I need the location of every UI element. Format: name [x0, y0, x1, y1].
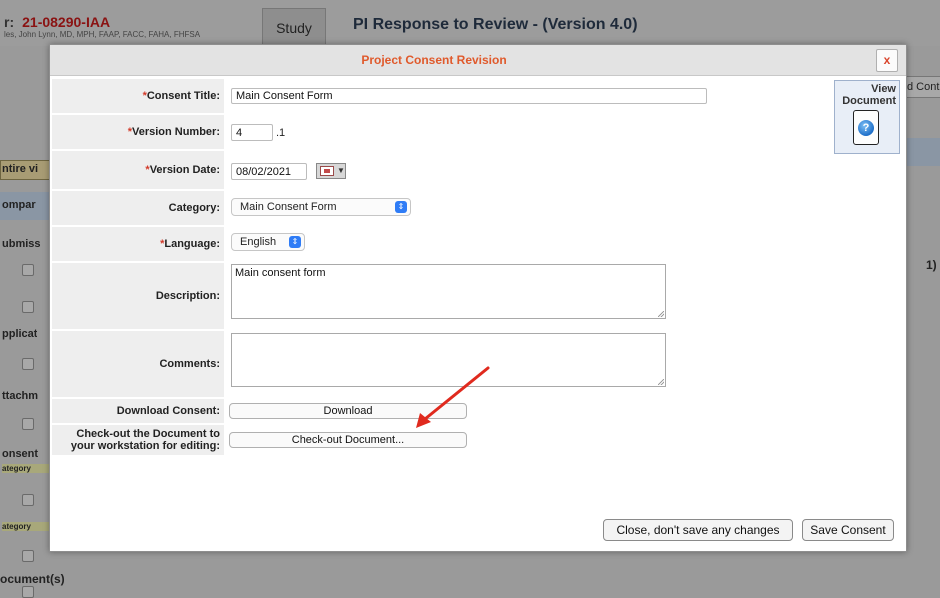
download-consent-label: Download Consent:: [52, 399, 224, 423]
background-checkbox[interactable]: [22, 494, 34, 506]
select-chevron-icon: ⇕: [395, 201, 407, 213]
version-major-input[interactable]: 4: [231, 124, 273, 141]
label-text: Version Number:: [131, 126, 220, 138]
calendar-picker-button[interactable]: ▼: [316, 163, 346, 179]
background-right-band: [906, 138, 940, 166]
application-label: pplicat: [2, 328, 38, 340]
description-label: Description:: [52, 263, 224, 329]
version-minor: .1: [276, 127, 286, 139]
submission-label: ubmiss: [2, 238, 41, 250]
label-text: Comments:: [159, 358, 220, 370]
checkout-document-button[interactable]: Check-out Document...: [229, 432, 467, 448]
consent-title-label: * Consent Title:: [52, 79, 224, 113]
save-consent-button[interactable]: Save Consent: [802, 519, 894, 541]
record-id-value: 21-08290-IAA: [22, 14, 111, 30]
document-help-icon: ?: [853, 110, 879, 145]
checkout-label: Check-out the Document to your workstati…: [52, 425, 224, 455]
label-text: Language:: [164, 238, 220, 250]
attachments-label: ttachm: [2, 390, 39, 402]
description-text: Main consent form: [235, 267, 326, 279]
record-id: r: 21-08290-IAA: [4, 14, 110, 30]
category-label: ategory: [2, 522, 52, 531]
language-select[interactable]: English ⇕: [231, 233, 305, 251]
background-right-text: 1): [926, 258, 937, 272]
comments-label: Comments:: [52, 331, 224, 397]
consent-revision-dialog: Project Consent Revision x * Consent Titl…: [49, 44, 907, 552]
label-text: Consent Title:: [146, 90, 220, 102]
documents-label: ocument(s): [0, 572, 65, 586]
category-selected-value: Main Consent Form: [240, 201, 337, 213]
category-label: Category:: [52, 191, 224, 225]
compare-label: ompar: [2, 199, 36, 211]
background-checkbox[interactable]: [22, 301, 34, 313]
background-header: r: 21-08290-IAA les, John Lynn, MD, MPH, …: [0, 0, 940, 47]
background-checkbox[interactable]: [22, 418, 34, 430]
consent-title-input[interactable]: Main Consent Form: [231, 88, 707, 104]
label-text: Check-out the Document to your workstati…: [70, 428, 220, 452]
description-textarea[interactable]: Main consent form: [231, 264, 666, 319]
category-label: ategory: [2, 464, 52, 473]
version-number-label: * Version Number:: [52, 115, 224, 149]
consent-label: onsent: [2, 448, 39, 460]
language-selected-value: English: [240, 236, 277, 248]
close-without-saving-button[interactable]: Close, don't save any changes: [603, 519, 793, 541]
view-document-button[interactable]: View Document ?: [834, 80, 900, 154]
dropdown-arrow-icon: ▼: [337, 166, 345, 175]
label-text: Category:: [168, 202, 220, 214]
calendar-icon: [320, 166, 334, 176]
label-text: Download Consent:: [116, 405, 220, 417]
category-select[interactable]: Main Consent Form ⇕: [231, 198, 411, 216]
resize-handle-icon[interactable]: [658, 311, 664, 317]
investigator-name: les, John Lynn, MD, MPH, FAAP, FACC, FAH…: [4, 30, 201, 39]
close-button[interactable]: x: [876, 49, 898, 72]
label-text: Description:: [155, 290, 220, 302]
page-title: PI Response to Review - (Version 4.0): [353, 16, 638, 33]
download-button[interactable]: Download: [229, 403, 467, 419]
label-text: Version Date:: [149, 164, 220, 176]
dialog-header: Project Consent Revision x: [50, 45, 906, 76]
view-document-label: View Document: [842, 83, 896, 107]
background-checkbox[interactable]: [22, 264, 34, 276]
question-icon: ?: [858, 120, 874, 136]
version-date-input[interactable]: 08/02/2021: [231, 163, 307, 180]
background-left-column: ntire vi ompar ubmiss pplicat ttachm ons…: [0, 46, 54, 598]
dialog-title: Project Consent Revision: [361, 53, 507, 67]
background-right-button[interactable]: d Cont: [906, 76, 940, 98]
background-checkbox[interactable]: [22, 550, 34, 562]
version-date-label: * Version Date:: [52, 151, 224, 189]
record-prefix: r:: [4, 14, 15, 30]
entire-view-label: ntire vi: [2, 163, 39, 175]
background-right-column: d Cont 1): [906, 46, 940, 581]
comments-textarea[interactable]: [231, 333, 666, 387]
language-label: * Language:: [52, 227, 224, 261]
tab-study[interactable]: Study: [262, 8, 326, 47]
background-checkbox[interactable]: [22, 586, 34, 598]
background-checkbox[interactable]: [22, 358, 34, 370]
select-chevron-icon: ⇕: [289, 236, 301, 248]
resize-handle-icon[interactable]: [658, 379, 664, 385]
